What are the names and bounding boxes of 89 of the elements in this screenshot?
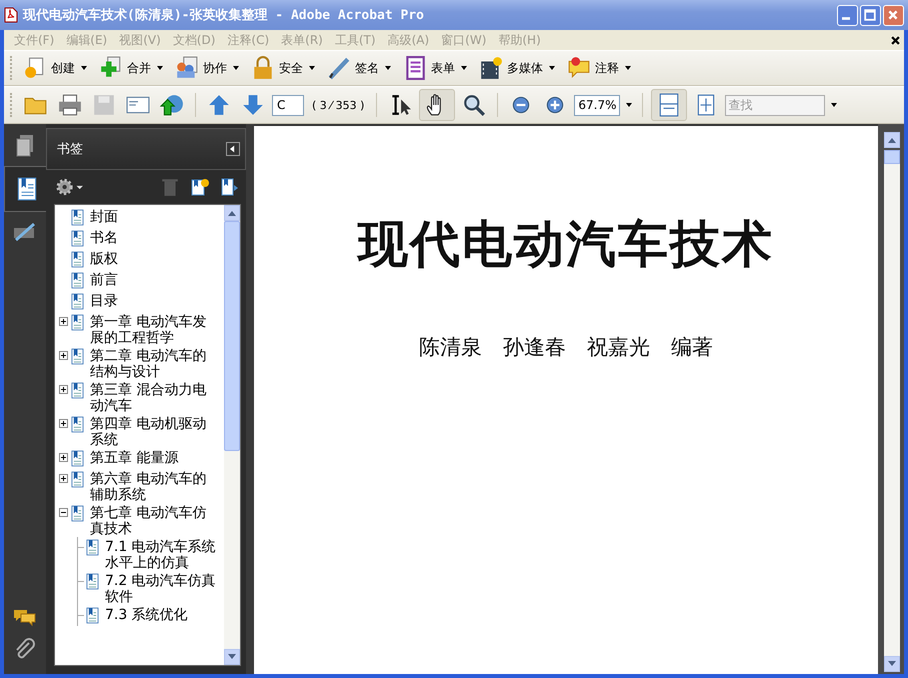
- scrollbar[interactable]: [224, 205, 240, 665]
- close-icon: [887, 9, 899, 21]
- up-arrow-icon[interactable]: [207, 93, 231, 117]
- minimize-button[interactable]: [837, 4, 858, 26]
- up-arrow-icon[interactable]: [228, 210, 236, 216]
- collapse-button[interactable]: [226, 142, 240, 156]
- page-icon: [657, 93, 682, 117]
- bookmark-item[interactable]: 7.1 电动汽车系统水平上的仿真: [105, 539, 217, 571]
- bookmark-icon: [71, 348, 84, 365]
- minimize-icon: [842, 17, 850, 20]
- bookmark-arrow-icon[interactable]: [220, 177, 240, 197]
- pen-icon: [327, 56, 351, 80]
- toolbar-button[interactable]: 多媒体: [477, 54, 561, 82]
- collapse-icon[interactable]: [59, 508, 69, 518]
- scrollbar[interactable]: [878, 124, 904, 674]
- bookmark-icon: [71, 293, 84, 310]
- new-bookmark-icon[interactable]: [190, 177, 210, 197]
- book-title: 现代电动汽车技术: [358, 214, 774, 275]
- bookmark-icon: [71, 505, 84, 522]
- scrolling-mode-button[interactable]: [651, 89, 688, 121]
- bookmark-icon: [71, 209, 84, 226]
- maximize-button[interactable]: [860, 4, 881, 26]
- bookmark-item[interactable]: 7.3 系统优化: [105, 607, 217, 623]
- up-arrow-icon[interactable]: [888, 137, 896, 143]
- bookmark-icon: [71, 230, 84, 247]
- scroll-thumb[interactable]: [224, 221, 240, 451]
- bookmark-icon: [71, 251, 84, 268]
- bookmark-icon: [86, 607, 99, 624]
- bookmark-icon: [71, 471, 84, 488]
- expand-icon[interactable]: [59, 385, 69, 395]
- close-button[interactable]: [883, 4, 904, 26]
- print-icon[interactable]: [58, 93, 82, 117]
- close-icon[interactable]: [891, 36, 900, 44]
- toolbar-button[interactable]: 注释: [565, 54, 637, 82]
- left-triangle-icon: [230, 145, 235, 153]
- globe-arrow-icon[interactable]: [160, 93, 184, 117]
- page-number-field[interactable]: C: [272, 94, 304, 116]
- bookmark-item[interactable]: 第二章 电动汽车的结构与设计: [90, 348, 218, 380]
- bookmark-item[interactable]: 第六章 电动汽车的辅助系统: [90, 471, 218, 503]
- bookmark-item[interactable]: 第七章 电动汽车仿真技术: [90, 505, 218, 537]
- bookmark-icon: [16, 176, 38, 202]
- people-icon: [175, 56, 199, 80]
- bookmark-item[interactable]: 第一章 电动汽车发展的工程哲学: [90, 314, 218, 346]
- bookmark-item[interactable]: 7.2 电动汽车仿真软件: [105, 573, 217, 605]
- bookmark-icon: [86, 573, 99, 590]
- bookmark-icon: [71, 272, 84, 289]
- bookmark-item[interactable]: 目录: [90, 293, 218, 309]
- pen-signature-icon[interactable]: [13, 220, 37, 244]
- bookmark-item[interactable]: 封面: [90, 209, 218, 225]
- maximize-icon: [864, 9, 876, 21]
- bookmark-item[interactable]: 书名: [90, 230, 218, 246]
- down-arrow-icon[interactable]: [228, 654, 236, 660]
- window-title: 现代电动汽车技术(陈清泉)-张英收集整理 - Adobe Acrobat Pro: [23, 6, 426, 24]
- bookmark-icon: [71, 416, 84, 433]
- bookmarks-tab[interactable]: [4, 166, 48, 212]
- toolbar-button[interactable]: 协作: [173, 54, 245, 82]
- bookmark-icon: [71, 450, 84, 467]
- scroll-thumb[interactable]: [884, 150, 900, 164]
- toolbar-button[interactable]: 创建: [21, 54, 93, 82]
- film-icon: [479, 56, 503, 80]
- panel-title: 书签: [57, 141, 84, 158]
- expand-icon[interactable]: [59, 474, 69, 484]
- search-field[interactable]: 查找: [725, 94, 826, 116]
- bookmark-item[interactable]: 第五章 能量源: [90, 450, 218, 466]
- bookmark-icon: [71, 314, 84, 331]
- bookmark-item[interactable]: 第四章 电动机驱动系统: [90, 416, 218, 448]
- bookmark-item[interactable]: 版权: [90, 251, 218, 267]
- toolbar-button[interactable]: 表单: [401, 54, 473, 82]
- toolbar-button[interactable]: 签名: [325, 54, 397, 82]
- toolbar-button[interactable]: 合并: [97, 54, 169, 82]
- authors-line: 陈清泉 孙逢春 祝嘉光 编著: [419, 334, 713, 361]
- pdf-document-icon: [4, 7, 18, 23]
- magnifier-icon[interactable]: [462, 93, 486, 117]
- bookmark-item[interactable]: 第三章 混合动力电动汽车: [90, 382, 218, 414]
- bookmark-item[interactable]: 前言: [90, 272, 218, 288]
- down-arrow-icon[interactable]: [888, 661, 896, 667]
- down-arrow-icon[interactable]: [241, 93, 265, 117]
- page-count: ( 3 ⁄ 353 ): [312, 98, 364, 112]
- expand-icon[interactable]: [59, 351, 69, 361]
- speech-bubble-icon: [567, 56, 591, 80]
- expand-icon[interactable]: [59, 317, 69, 327]
- bookmark-icon: [86, 539, 99, 556]
- hand-tool-button[interactable]: [419, 89, 456, 121]
- expand-icon[interactable]: [59, 453, 69, 463]
- options-gear-icon[interactable]: [56, 177, 84, 197]
- toolbar-button[interactable]: 安全: [249, 54, 321, 82]
- bookmark-icon: [71, 382, 84, 399]
- expand-icon[interactable]: [59, 419, 69, 429]
- zoom-field[interactable]: 67.7%: [574, 94, 620, 116]
